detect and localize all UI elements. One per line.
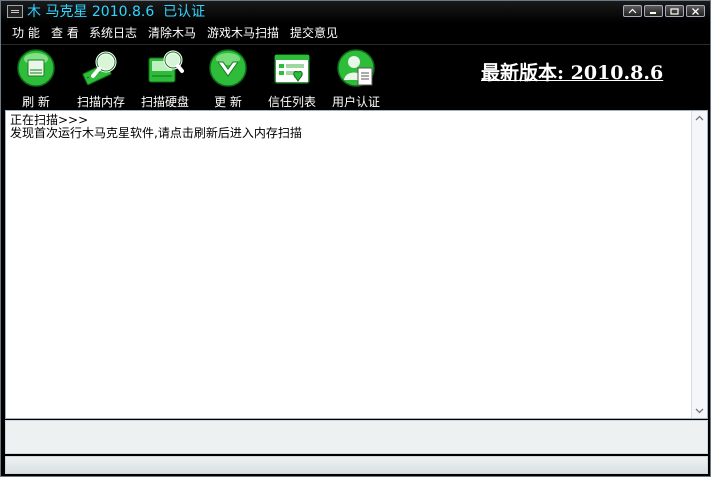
update-icon	[209, 49, 247, 87]
maximize-button[interactable]	[665, 5, 684, 17]
minimize-icon	[650, 12, 656, 14]
scan-disk-button[interactable]: 扫描硬盘	[133, 48, 197, 110]
scan-memory-button[interactable]: 扫描内存	[69, 48, 133, 110]
user-auth-button[interactable]: 用户认证	[324, 48, 388, 110]
latest-version: 最新版本: 2010.8.6	[481, 62, 664, 84]
title-bar[interactable]: 木 马克星 2010.8.6 已认证	[1, 1, 710, 23]
menu-clear-trojan[interactable]: 清除木马	[148, 25, 196, 41]
scan-memory-icon	[82, 51, 117, 86]
menu-game-trojan-scan[interactable]: 游戏木马扫描	[207, 25, 279, 41]
trust-list-icon	[274, 54, 310, 84]
menu-bar: 功 能 查 看 系统日志 清除木马 游戏木马扫描 提交意见	[1, 23, 710, 44]
menu-view[interactable]: 查 看	[51, 25, 79, 41]
update-label: 更 新	[214, 95, 242, 109]
scan-disk-icon	[148, 50, 184, 83]
refresh-icon	[17, 49, 55, 87]
menu-submit-feedback[interactable]: 提交意见	[290, 25, 338, 41]
close-icon	[692, 8, 699, 15]
system-menu-icon[interactable]	[7, 5, 23, 18]
scroll-down-icon[interactable]	[694, 405, 705, 416]
scan-memory-label: 扫描内存	[76, 95, 125, 109]
vertical-scrollbar[interactable]	[691, 111, 707, 418]
log-text: 正在扫描>>> 发现首次运行木马克星软件,请点击刷新后进入内存扫描	[10, 114, 302, 140]
toolbar: 刷 新 扫描内存 扫描硬盘 更 新 信任列表 用户认证 最新版本: 2010.8…	[1, 44, 710, 111]
scan-log-panel[interactable]: 正在扫描>>> 发现首次运行木马克星软件,请点击刷新后进入内存扫描	[5, 110, 708, 419]
user-auth-icon	[337, 49, 375, 87]
close-button[interactable]	[686, 5, 705, 17]
minimize-button[interactable]	[644, 5, 663, 17]
bottom-bar	[5, 456, 708, 474]
status-panel	[5, 420, 708, 454]
scan-disk-label: 扫描硬盘	[140, 95, 189, 109]
refresh-label: 刷 新	[22, 95, 50, 109]
window-title: 木 马克星 2010.8.6 已认证	[27, 4, 206, 20]
refresh-button[interactable]: 刷 新	[4, 48, 68, 110]
trust-list-button[interactable]: 信任列表	[260, 48, 324, 110]
user-auth-label: 用户认证	[331, 95, 380, 109]
menu-system-log[interactable]: 系统日志	[89, 25, 137, 41]
restore-button[interactable]	[623, 5, 642, 17]
app-window: 木 马克星 2010.8.6 已认证 功 能 查 看 系统日志 清除木马 游戏木…	[0, 0, 711, 477]
trust-list-label: 信任列表	[267, 95, 316, 109]
log-line: 发现首次运行木马克星软件,请点击刷新后进入内存扫描	[10, 126, 302, 140]
menu-function[interactable]: 功 能	[12, 25, 40, 41]
update-button[interactable]: 更 新	[196, 48, 260, 110]
restore-icon	[628, 8, 637, 14]
maximize-icon	[670, 8, 679, 15]
scroll-up-icon[interactable]	[694, 113, 705, 124]
